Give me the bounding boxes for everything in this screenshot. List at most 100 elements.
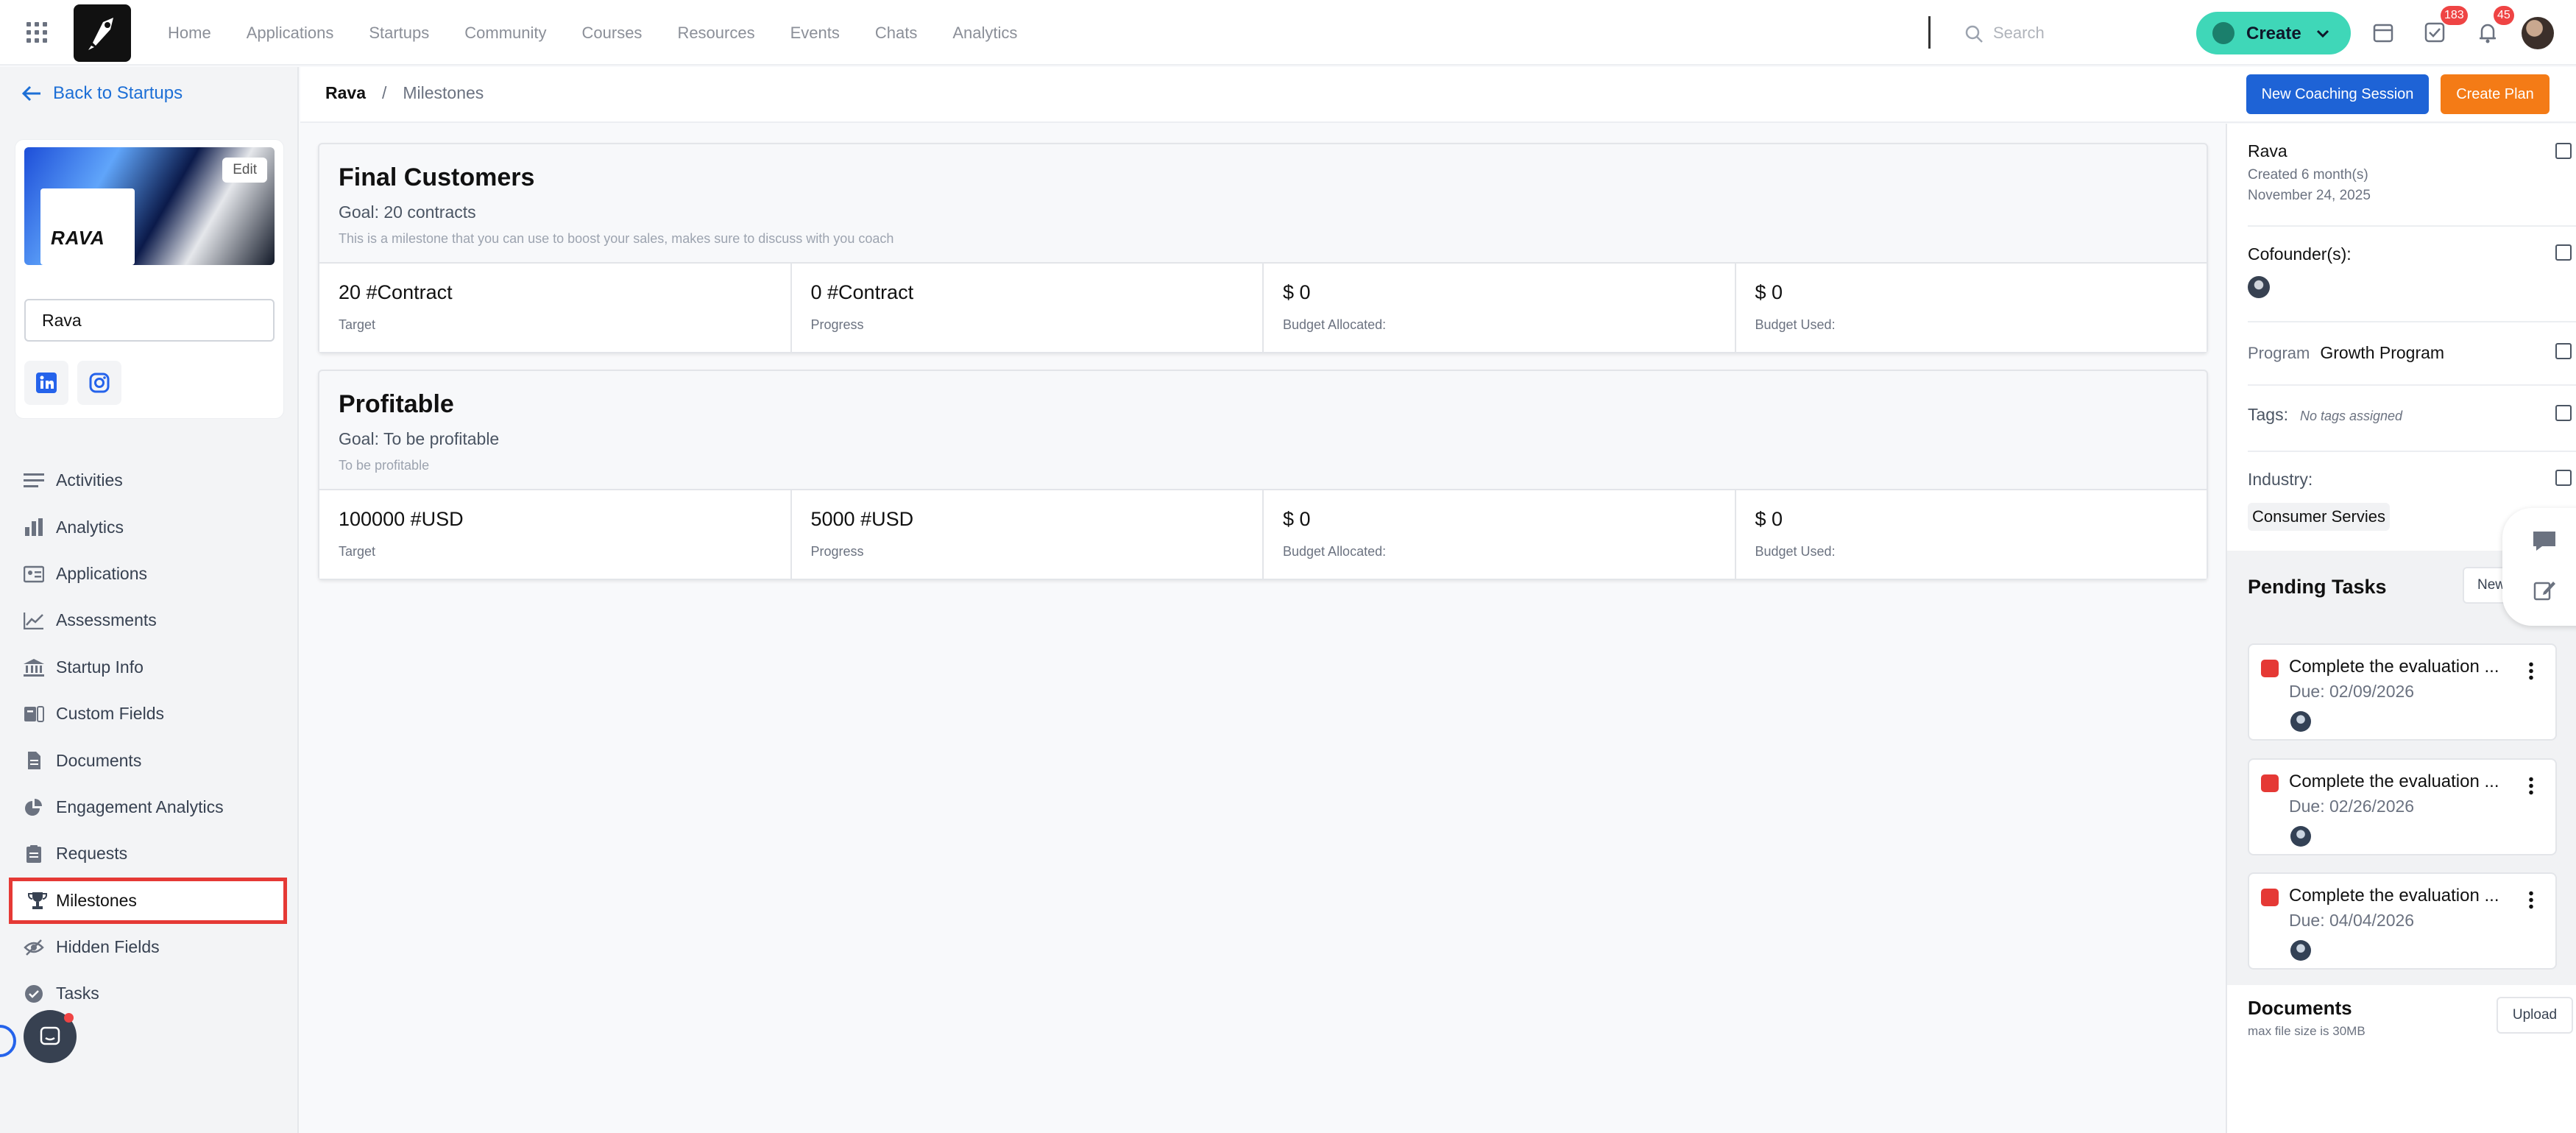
milestone-card[interactable]: Profitable Goal: To be profitable To be … <box>318 370 2208 580</box>
top-navigation: Home Applications Startups Community Cou… <box>0 0 2576 66</box>
nav-link-community[interactable]: Community <box>464 24 546 43</box>
edit-icon[interactable] <box>2555 470 2572 486</box>
bar-chart-icon <box>25 518 43 537</box>
breadcrumb: Rava / Milestones <box>325 83 484 103</box>
created-ago: Created 6 month(s) <box>2248 167 2368 183</box>
sidebar-item-startup-info[interactable]: Startup Info <box>0 644 299 691</box>
sidebar-item-label: Assessments <box>56 610 157 630</box>
startup-summary: Rava Created 6 month(s) November 24, 202… <box>2248 141 2576 204</box>
nav-link-courses[interactable]: Courses <box>582 24 643 43</box>
pending-tasks-title: Pending Tasks <box>2248 576 2387 598</box>
cofounders-section: Cofounder(s): <box>2248 225 2576 298</box>
more-options-icon[interactable] <box>2529 890 2533 909</box>
assignee-avatar <box>2290 826 2311 847</box>
startup-name-field[interactable]: Rava <box>24 299 275 342</box>
nav-link-analytics[interactable]: Analytics <box>952 24 1017 43</box>
startup-logo-text: RAVA <box>51 227 105 249</box>
new-coaching-session-button[interactable]: New Coaching Session <box>2246 74 2429 114</box>
cofounder-avatar[interactable] <box>2248 276 2270 298</box>
more-options-icon[interactable] <box>2529 661 2533 680</box>
breadcrumb-root[interactable]: Rava <box>325 83 366 103</box>
create-button[interactable]: Create <box>2196 12 2351 54</box>
sidebar-item-label: Startup Info <box>56 657 144 677</box>
check-circle-icon <box>25 985 43 1003</box>
stat-value: $ 0 <box>1755 508 1783 530</box>
industry-label: Industry: <box>2248 470 2313 489</box>
sidebar-item-milestones[interactable]: Milestones <box>9 877 287 924</box>
task-card[interactable]: Complete the evaluation ... Due: 04/04/2… <box>2248 872 2557 970</box>
sidebar-item-custom-fields[interactable]: Custom Fields <box>0 691 299 737</box>
edit-icon[interactable] <box>2555 244 2572 261</box>
task-title: Complete the evaluation ... <box>2289 886 2499 906</box>
floating-toolbar <box>2502 508 2576 626</box>
task-card[interactable]: Complete the evaluation ... Due: 02/26/2… <box>2248 758 2557 855</box>
chat-icon <box>40 1026 60 1045</box>
apps-grid-icon[interactable] <box>26 22 47 43</box>
nav-divider <box>1928 16 1931 49</box>
instagram-icon <box>89 373 110 393</box>
sidebar-item-analytics[interactable]: Analytics <box>0 504 299 550</box>
create-button-label: Create <box>2246 24 2301 43</box>
nav-link-resources[interactable]: Resources <box>677 24 754 43</box>
stat-label: Progress <box>810 544 864 559</box>
linkedin-icon <box>36 373 57 393</box>
sidebar-item-requests[interactable]: Requests <box>0 830 299 877</box>
edit-cover-button[interactable]: Edit <box>222 158 267 183</box>
edit-icon[interactable] <box>2555 343 2572 359</box>
priority-indicator <box>2261 660 2279 677</box>
tasks-badge: 183 <box>2441 6 2468 25</box>
nav-link-chats[interactable]: Chats <box>875 24 917 43</box>
startup-name: Rava <box>2248 141 2287 160</box>
instagram-button[interactable] <box>77 361 121 405</box>
upload-button[interactable]: Upload <box>2497 997 2573 1034</box>
stat-value: 100000 #USD <box>339 508 464 530</box>
tags-value: No tags assigned <box>2299 409 2403 423</box>
more-options-icon[interactable] <box>2529 776 2533 795</box>
startup-details-panel: Rava Created 6 month(s) November 24, 202… <box>2226 124 2576 1133</box>
task-due: Due: 04/04/2026 <box>2289 911 2415 930</box>
edit-icon[interactable] <box>2555 143 2572 159</box>
sidebar-item-label: Tasks <box>56 984 99 1003</box>
milestone-card[interactable]: Final Customers Goal: 20 contracts This … <box>318 143 2208 353</box>
breadcrumb-separator: / <box>381 83 387 102</box>
breadcrumb-bar: Rava / Milestones New Coaching Session C… <box>300 67 2576 123</box>
linkedin-button[interactable] <box>24 361 68 405</box>
chevron-down-icon <box>2316 29 2329 38</box>
nav-link-applications[interactable]: Applications <box>247 24 334 43</box>
calendar-icon[interactable] <box>2370 19 2396 46</box>
search-input[interactable]: Search <box>1964 21 2170 46</box>
sidebar-item-label: Analytics <box>56 517 124 537</box>
nav-link-events[interactable]: Events <box>790 24 840 43</box>
sidebar-item-applications[interactable]: Applications <box>0 551 299 597</box>
milestone-goal: Goal: 20 contracts <box>339 202 476 222</box>
nav-link-home[interactable]: Home <box>168 24 211 43</box>
comment-icon[interactable] <box>2532 530 2557 552</box>
edit-note-icon[interactable] <box>2533 579 2555 601</box>
sidebar-item-label: Engagement Analytics <box>56 797 224 816</box>
back-label: Back to Startups <box>53 83 183 103</box>
tags-label: Tags: <box>2248 405 2288 424</box>
back-to-startups-link[interactable]: Back to Startups <box>22 83 183 104</box>
sidebar-item-activities[interactable]: Activities <box>0 457 299 504</box>
task-due: Due: 02/26/2026 <box>2289 797 2415 816</box>
sidebar-menu: Activities Analytics Applications Assess… <box>0 457 299 1017</box>
sidebar-item-assessments[interactable]: Assessments <box>0 597 299 643</box>
milestone-description: This is a milestone that you can use to … <box>339 231 894 246</box>
user-avatar[interactable] <box>2522 17 2554 49</box>
create-plan-button[interactable]: Create Plan <box>2441 74 2550 114</box>
task-due: Due: 02/09/2026 <box>2289 682 2415 701</box>
app-logo[interactable] <box>74 4 131 62</box>
created-date: November 24, 2025 <box>2248 188 2371 203</box>
milestone-progress: 0 #Contract Progress <box>792 264 1264 352</box>
milestone-progress: 5000 #USD Progress <box>792 490 1264 579</box>
sidebar-item-hidden-fields[interactable]: Hidden Fields <box>0 924 299 970</box>
task-card[interactable]: Complete the evaluation ... Due: 02/09/2… <box>2248 643 2557 741</box>
edit-icon[interactable] <box>2555 405 2572 421</box>
milestone-stats: 100000 #USD Target 5000 #USD Progress $ 0 B… <box>319 489 2207 579</box>
sidebar-item-documents[interactable]: Documents <box>0 737 299 783</box>
cover-image: Edit RAVA <box>24 147 275 265</box>
sidebar-item-label: Custom Fields <box>56 704 164 724</box>
chat-launcher-button[interactable] <box>24 1010 77 1063</box>
sidebar-item-engagement-analytics[interactable]: Engagement Analytics <box>0 784 299 830</box>
nav-link-startups[interactable]: Startups <box>369 24 429 43</box>
